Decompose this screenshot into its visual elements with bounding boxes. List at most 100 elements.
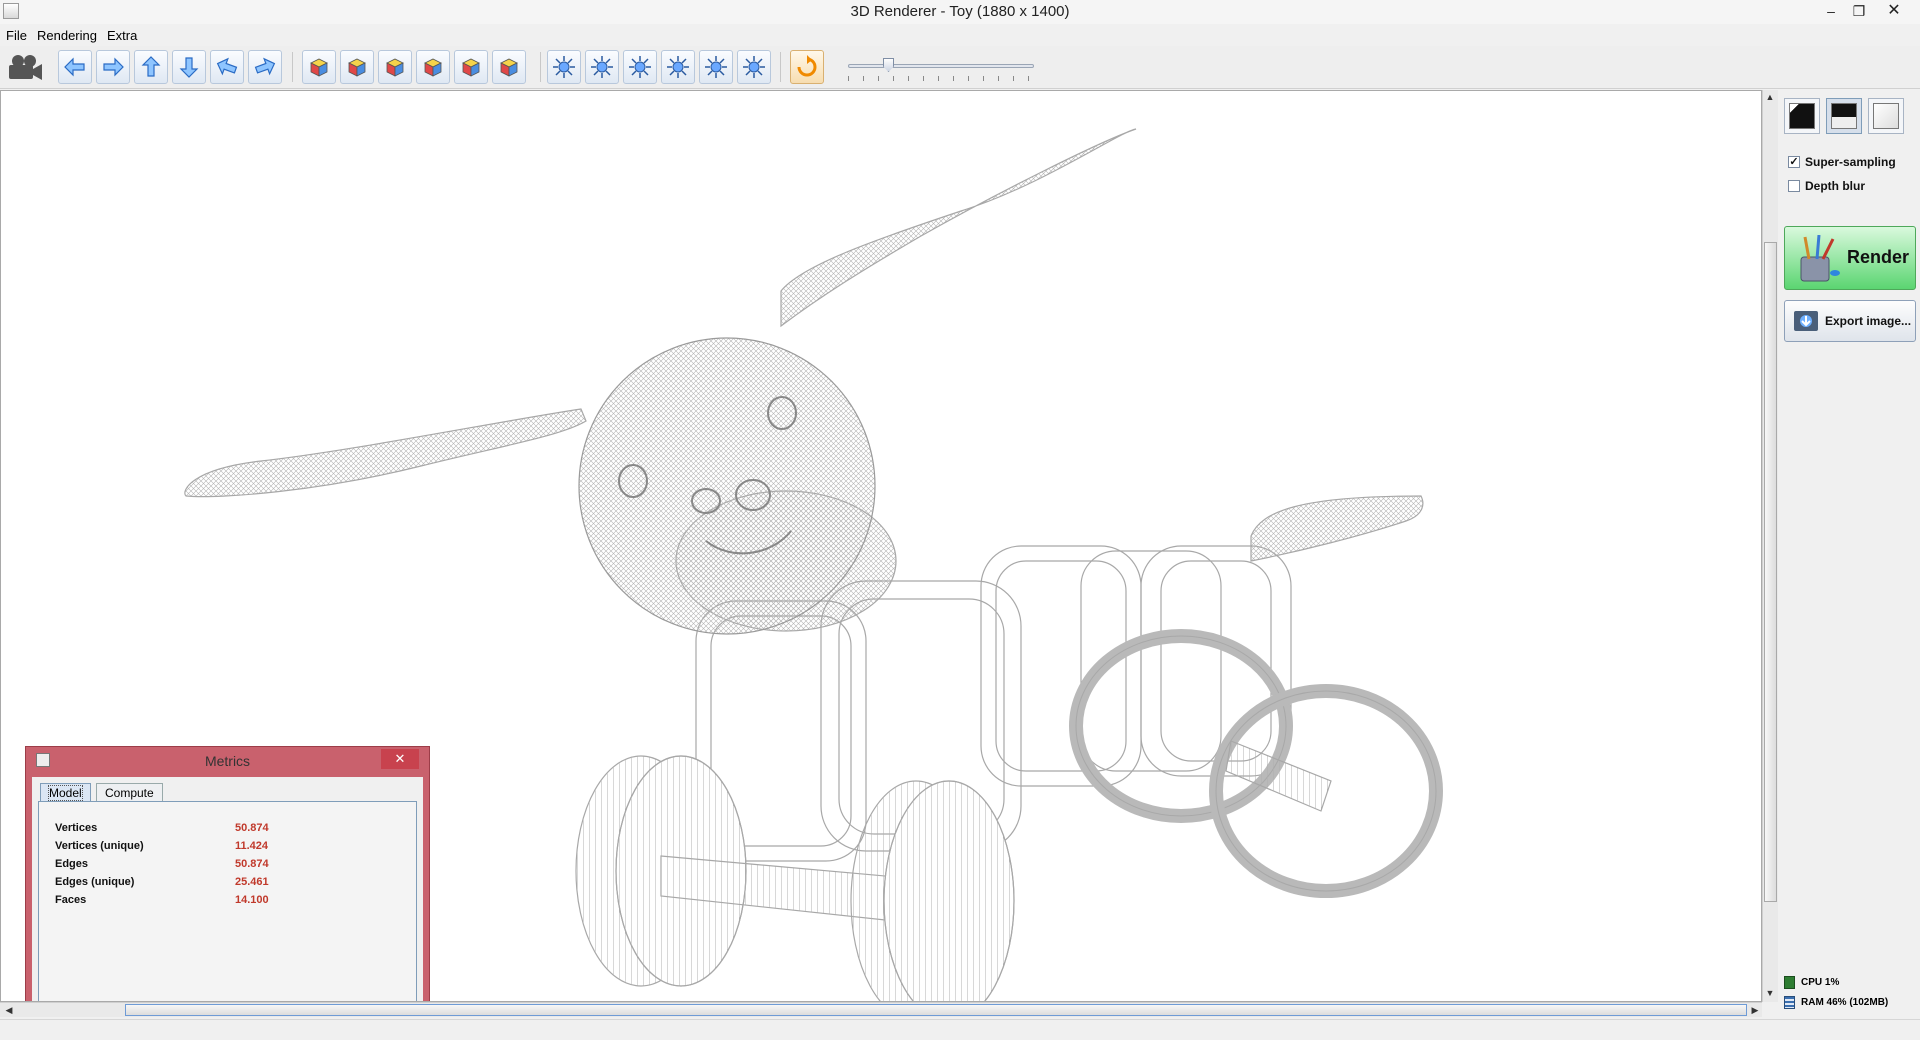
view-back-button[interactable]: [340, 50, 374, 84]
scroll-right-icon[interactable]: ▶: [1748, 1003, 1762, 1017]
toolbar: [0, 46, 1920, 89]
background-dark-button[interactable]: [1784, 98, 1820, 134]
toolbar-separator: [540, 52, 541, 82]
view-top-button[interactable]: [378, 50, 412, 84]
zoom-slider-thumb[interactable]: [883, 58, 894, 72]
view-front-button[interactable]: [302, 50, 336, 84]
light-6-button[interactable]: [737, 50, 771, 84]
paint-brush-cup-icon: [1800, 235, 1840, 282]
cpu-icon: [1784, 975, 1795, 989]
light-4-icon: [667, 56, 689, 78]
view-right-button[interactable]: [492, 50, 526, 84]
vertical-scroll-thumb[interactable]: [1764, 242, 1777, 902]
depth-blur-checkbox[interactable]: Depth blur: [1788, 178, 1865, 194]
right-ear: [780, 128, 1137, 328]
view-back-icon: [348, 58, 366, 77]
metric-row: Edges 50.874: [55, 858, 269, 870]
move-right-icon: [103, 57, 124, 77]
tab-model[interactable]: Model: [40, 783, 91, 801]
checkbox-checked-icon: ✓: [1788, 156, 1800, 168]
toolbar-separator: [292, 52, 293, 82]
reset-rotation-icon: [797, 55, 817, 77]
tail: [1250, 495, 1424, 562]
background-gradient-icon: [1831, 103, 1857, 129]
render-options-panel: ✓ Super-sampling Depth blur Render Expor…: [1780, 90, 1920, 1020]
light-2-icon: [591, 56, 613, 78]
move-right-button[interactable]: [96, 50, 130, 84]
menu-bar: File Rendering Extra: [0, 24, 1920, 46]
vertical-scrollbar[interactable]: ▲ ▼: [1762, 90, 1778, 1002]
minimize-icon[interactable]: –: [1818, 0, 1844, 22]
metric-row: Vertices (unique) 11.424: [55, 840, 269, 852]
light-2-button[interactable]: [585, 50, 619, 84]
ring: [1069, 629, 1293, 823]
tilt-right-icon: [254, 57, 276, 76]
light-3-button[interactable]: [623, 50, 657, 84]
view-bottom-icon: [424, 58, 442, 77]
background-gradient-button[interactable]: [1826, 98, 1862, 134]
scroll-left-icon[interactable]: ◀: [2, 1003, 16, 1017]
menu-rendering[interactable]: Rendering: [33, 26, 101, 45]
render-canvas[interactable]: Metrics ✕ Model Compute Vertices 50.874 V…: [0, 90, 1762, 1002]
background-white-icon: [1873, 103, 1899, 129]
toolbar-separator: [780, 52, 781, 82]
horizontal-scroll-thumb[interactable]: [125, 1004, 1747, 1016]
metrics-title: Metrics: [204, 753, 251, 769]
light-1-button[interactable]: [547, 50, 581, 84]
cpu-status: CPU 1%: [1784, 974, 1839, 990]
tilt-left-button[interactable]: [210, 50, 244, 84]
light-4-button[interactable]: [661, 50, 695, 84]
metric-row: Faces 14.100: [55, 894, 269, 906]
close-icon[interactable]: ✕: [1881, 0, 1907, 22]
light-6-icon: [743, 56, 765, 78]
metrics-panel: Vertices 50.874 Vertices (unique) 11.424 E…: [38, 801, 417, 1001]
tilt-right-button[interactable]: [248, 50, 282, 84]
scroll-up-icon[interactable]: ▲: [1763, 90, 1777, 104]
menu-extra[interactable]: Extra: [103, 26, 141, 45]
render-button[interactable]: Render: [1784, 226, 1916, 290]
view-bottom-button[interactable]: [416, 50, 450, 84]
checkbox-unchecked-icon: [1788, 180, 1800, 192]
status-bar: [0, 1019, 1920, 1040]
light-5-icon: [705, 56, 727, 78]
view-top-icon: [386, 58, 404, 77]
left-ear: [184, 408, 587, 498]
move-left-icon: [64, 57, 85, 77]
tab-compute[interactable]: Compute: [96, 783, 163, 801]
reset-rotation-button[interactable]: [790, 50, 824, 84]
view-right-icon: [500, 58, 518, 77]
move-left-button[interactable]: [58, 50, 92, 84]
light-3-icon: [629, 56, 651, 78]
window-title: 3D Renderer - Toy (1880 x 1400): [850, 3, 1070, 20]
super-sampling-checkbox[interactable]: ✓ Super-sampling: [1788, 154, 1896, 170]
zoom-slider-ticks: [848, 76, 1034, 81]
body-segment: [980, 545, 1142, 787]
scroll-down-icon[interactable]: ▼: [1763, 986, 1777, 1000]
metric-row: Edges (unique) 25.461: [55, 876, 269, 888]
metric-row: Vertices 50.874: [55, 822, 269, 834]
view-front-icon: [310, 58, 328, 77]
title-bar: 3D Renderer - Toy (1880 x 1400) – ❐ ✕: [0, 0, 1920, 25]
light-5-button[interactable]: [699, 50, 733, 84]
zoom-slider[interactable]: [848, 58, 1034, 82]
view-left-button[interactable]: [454, 50, 488, 84]
horizontal-scrollbar[interactable]: ◀ ▶: [0, 1002, 1762, 1017]
download-icon: [1794, 311, 1818, 331]
ram-icon: [1784, 995, 1795, 1009]
export-image-button[interactable]: Export image...: [1784, 300, 1916, 342]
tilt-left-icon: [216, 57, 238, 76]
background-dark-icon: [1789, 103, 1815, 129]
metrics-client: Model Compute Vertices 50.874 Vertices (u…: [32, 777, 423, 1001]
move-up-button[interactable]: [134, 50, 168, 84]
zoom-slider-track: [848, 64, 1034, 68]
close-icon[interactable]: ✕: [381, 749, 419, 769]
head: [578, 337, 876, 635]
restore-icon[interactable]: ❐: [1846, 0, 1872, 22]
light-1-icon: [553, 56, 575, 78]
view-left-icon: [462, 58, 480, 77]
rotate-vertical-button[interactable]: [172, 50, 206, 84]
camera-icon[interactable]: [6, 52, 44, 82]
background-white-button[interactable]: [1868, 98, 1904, 134]
metrics-window[interactable]: Metrics ✕ Model Compute Vertices 50.874 V…: [25, 746, 430, 1001]
menu-file[interactable]: File: [2, 26, 31, 45]
